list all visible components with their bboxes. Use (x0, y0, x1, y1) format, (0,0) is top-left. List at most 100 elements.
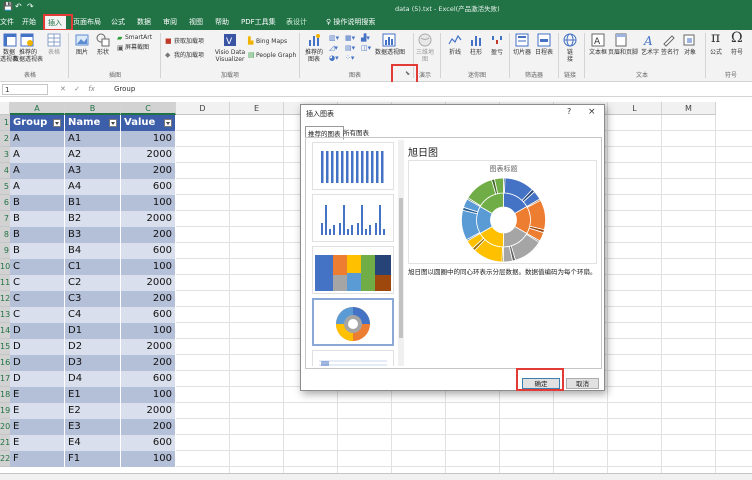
header-footer-button[interactable]: 页眉和页脚 (608, 49, 638, 56)
tab-formulas[interactable]: 公式 (111, 17, 125, 27)
tab-view[interactable]: 视图 (189, 17, 203, 27)
table-cell[interactable]: A (10, 163, 65, 179)
table-cell[interactable]: B4 (65, 243, 121, 259)
slicer-button[interactable]: 切片器 (511, 49, 533, 56)
table-cell[interactable]: E (10, 403, 65, 419)
visio-data-visualizer-button[interactable]: Visio Data Visualizer (214, 49, 246, 63)
timeline-button[interactable]: 日程表 (533, 49, 555, 56)
line-chart-icon[interactable]: ◿▾ (329, 44, 338, 52)
table-cell[interactable]: B (10, 227, 65, 243)
table-cell[interactable]: A3 (65, 163, 121, 179)
table-cell[interactable]: 100 (121, 451, 176, 467)
table-cell[interactable]: 100 (121, 259, 176, 275)
table-cell[interactable]: A2 (65, 147, 121, 163)
table-cell[interactable]: D (10, 371, 65, 387)
help-icon[interactable]: ? (567, 107, 571, 116)
row-header[interactable]: 9 (0, 243, 10, 259)
row-header[interactable]: 10 (0, 259, 10, 275)
table-cell[interactable]: 200 (121, 163, 176, 179)
tab-pdf-tools[interactable]: PDF工具集 (241, 17, 276, 27)
table-cell[interactable]: C2 (65, 275, 121, 291)
tab-file[interactable]: 文件 (0, 17, 14, 27)
cancel-button[interactable]: 取消 (566, 378, 599, 389)
table-cell[interactable]: D (10, 323, 65, 339)
thumbnail-scrollbar[interactable] (398, 140, 404, 366)
table-cell[interactable]: E4 (65, 435, 121, 451)
filter-dropdown-icon[interactable] (164, 119, 172, 127)
column-header[interactable]: D (176, 102, 230, 115)
symbol-button[interactable]: 符号 (729, 49, 745, 56)
table-header-cell[interactable]: Group (10, 115, 65, 131)
row-header[interactable]: 1 (0, 115, 10, 131)
close-icon[interactable]: × (588, 107, 596, 117)
scatter-chart-icon[interactable]: ⁘▾ (345, 54, 354, 62)
column-header[interactable]: M (662, 102, 716, 115)
tab-page-layout[interactable]: 页面布局 (73, 17, 101, 27)
pictures-button[interactable]: 图片 (73, 49, 91, 56)
hierarchy-chart-icon[interactable]: ▦▾ (345, 34, 355, 42)
table-cell[interactable]: E3 (65, 419, 121, 435)
select-all-corner[interactable] (0, 102, 10, 115)
combo-chart-icon[interactable]: ◫▾ (361, 44, 371, 52)
table-cell[interactable]: B2 (65, 211, 121, 227)
row-header[interactable]: 19 (0, 403, 10, 419)
row-header[interactable]: 15 (0, 339, 10, 355)
table-cell[interactable]: 2000 (121, 275, 176, 291)
save-icon[interactable]: 💾 (3, 2, 13, 11)
table-cell[interactable]: F1 (65, 451, 121, 467)
table-cell[interactable]: A (10, 147, 65, 163)
smartart-button[interactable]: SmartArt (125, 34, 152, 41)
winloss-sparkline-button[interactable]: 盈亏 (488, 49, 506, 56)
row-header[interactable]: 14 (0, 323, 10, 339)
column-chart-icon[interactable]: ▥▾ (329, 34, 339, 42)
row-header[interactable]: 21 (0, 435, 10, 451)
row-header[interactable]: 13 (0, 307, 10, 323)
chart-thumbnail-clustered[interactable] (312, 194, 394, 242)
table-cell[interactable]: 100 (121, 195, 176, 211)
column-header[interactable]: B (65, 102, 121, 115)
row-header[interactable]: 3 (0, 147, 10, 163)
table-cell[interactable]: D (10, 355, 65, 371)
confirm-entry-icon[interactable]: ✓ (74, 85, 80, 93)
tab-home[interactable]: 开始 (22, 17, 36, 27)
table-header-cell[interactable]: Name (65, 115, 121, 131)
table-cell[interactable]: A (10, 179, 65, 195)
table-cell[interactable]: C (10, 259, 65, 275)
waterfall-chart-icon[interactable]: ▟▾ (361, 34, 370, 42)
table-button[interactable]: 表格 (46, 49, 62, 56)
table-cell[interactable]: 2000 (121, 339, 176, 355)
table-cell[interactable]: D1 (65, 323, 121, 339)
column-header[interactable]: A (10, 102, 65, 115)
table-cell[interactable]: D2 (65, 339, 121, 355)
table-cell[interactable]: 2000 (121, 147, 176, 163)
chart-thumbnail-column[interactable] (312, 142, 394, 190)
signature-line-button[interactable]: 签名行 (659, 49, 681, 56)
row-header[interactable]: 12 (0, 291, 10, 307)
table-cell[interactable]: D (10, 339, 65, 355)
redo-icon[interactable]: ↷ (27, 2, 34, 11)
statistic-chart-icon[interactable]: ▤▾ (345, 44, 355, 52)
column-header[interactable]: L (608, 102, 662, 115)
row-header[interactable]: 18 (0, 387, 10, 403)
shapes-button[interactable]: 形状 (94, 49, 112, 56)
table-cell[interactable]: 600 (121, 435, 176, 451)
line-sparkline-button[interactable]: 折线 (446, 49, 464, 56)
table-header-cell[interactable]: Value (121, 115, 176, 131)
wordart-button[interactable]: 艺术字 (639, 49, 661, 56)
table-cell[interactable]: A (10, 131, 65, 147)
row-header[interactable]: 6 (0, 195, 10, 211)
table-cell[interactable]: B (10, 211, 65, 227)
table-cell[interactable]: C (10, 275, 65, 291)
table-cell[interactable]: D4 (65, 371, 121, 387)
formula-input[interactable]: Group (114, 85, 135, 93)
table-cell[interactable]: E1 (65, 387, 121, 403)
chart-thumbnail-treemap[interactable] (312, 246, 394, 294)
table-cell[interactable]: C1 (65, 259, 121, 275)
table-cell[interactable]: D3 (65, 355, 121, 371)
equation-button[interactable]: 公式 (708, 49, 724, 56)
tab-table-design[interactable]: 表设计 (286, 17, 307, 27)
tell-me-search[interactable]: ♀ 操作说明搜索 (326, 17, 375, 27)
table-cell[interactable]: 200 (121, 419, 176, 435)
recommended-pivot-button[interactable]: 推荐的 数据透视表 (13, 49, 43, 63)
table-cell[interactable]: E (10, 435, 65, 451)
